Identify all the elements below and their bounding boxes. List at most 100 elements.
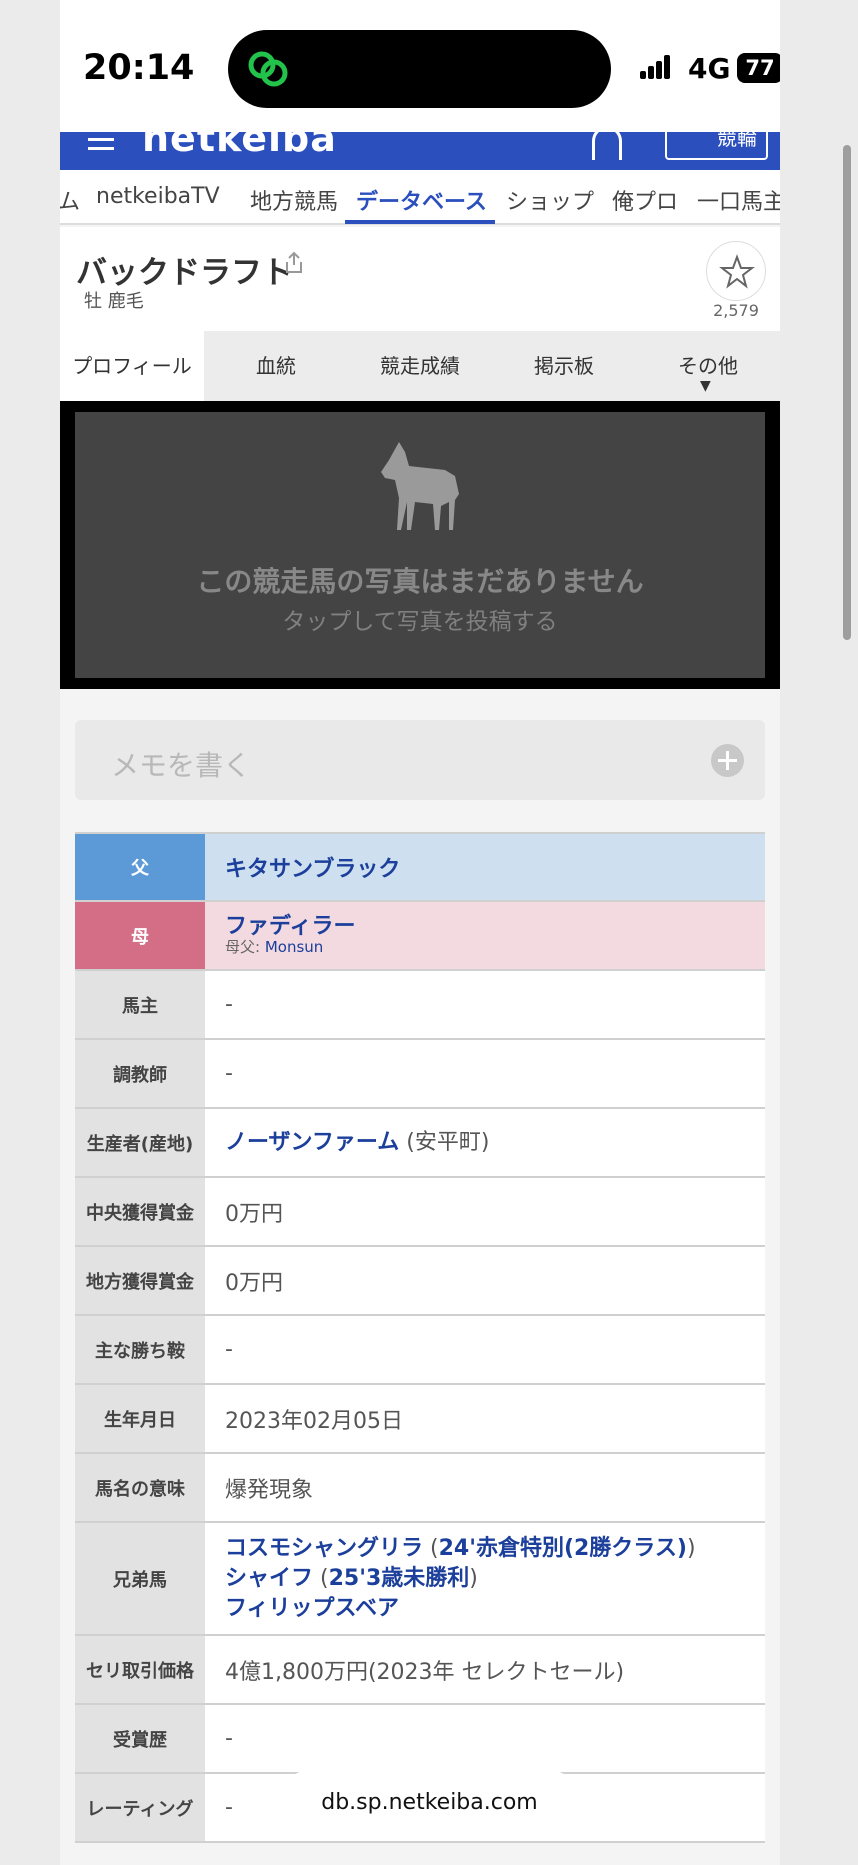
sibling-item: コスモシャングリラ (24'赤倉特別(2勝クラス)) xyxy=(225,1535,696,1561)
main-wins-value: - xyxy=(225,1337,233,1362)
photo-section: この競走馬の写真はまだありません タップして写真を投稿する xyxy=(60,401,780,689)
table-row-main-wins: 主な勝ち鞍 - xyxy=(75,1316,765,1385)
table-row-local-earnings: 地方獲得賞金 0万円 xyxy=(75,1247,765,1316)
siblings-label: 兄弟馬 xyxy=(75,1523,205,1634)
owner-value: - xyxy=(225,992,233,1017)
horse-silhouette-icon xyxy=(381,442,459,530)
keirin-label: 競輪 xyxy=(717,132,757,150)
auction-value: 4億1,800万円(2023年 セレクトセール) xyxy=(225,1659,625,1685)
share-icon[interactable] xyxy=(283,251,305,275)
sibling-link[interactable]: コスモシャングリラ xyxy=(225,1536,423,1561)
central-earnings-value: 0万円 xyxy=(225,1201,283,1227)
table-row-central-earnings: 中央獲得賞金 0万円 xyxy=(75,1178,765,1247)
nav-tab-partial[interactable]: ム xyxy=(60,184,80,216)
central-earnings-label: 中央獲得賞金 xyxy=(75,1178,205,1245)
horse-sub-tabs: プロフィール 血統 競走成績 掲示板 その他 ▼ xyxy=(60,331,780,401)
star-icon xyxy=(719,254,755,289)
awards-label: 受賞歴 xyxy=(75,1705,205,1772)
table-row-awards: 受賞歴 - xyxy=(75,1705,765,1774)
local-earnings-label: 地方獲得賞金 xyxy=(75,1247,205,1314)
tab-pedigree[interactable]: 血統 xyxy=(204,331,348,401)
main-wins-label: 主な勝ち鞍 xyxy=(75,1316,205,1383)
sibling-item: シャイフ (25'3歳未勝利) xyxy=(225,1565,478,1591)
memo-placeholder: メモを書く xyxy=(111,749,252,782)
photo-placeholder[interactable]: この競走馬の写真はまだありません タップして写真を投稿する xyxy=(75,412,765,678)
add-memo-icon[interactable] xyxy=(711,744,744,777)
birthdate-label: 生年月日 xyxy=(75,1385,205,1452)
tab-bbs[interactable]: 掲示板 xyxy=(492,331,636,401)
status-time: 20:14 xyxy=(83,48,195,88)
scrollbar[interactable] xyxy=(843,145,851,640)
breeder-region: (安平町) xyxy=(406,1130,490,1155)
favorite-button[interactable] xyxy=(706,241,766,301)
page: 20:14 4G 77 netkeiba 競輪 ム netkeibaTV 地方競… xyxy=(60,0,780,1865)
nav-tab-shop[interactable]: ショップ xyxy=(506,184,594,216)
hamburger-menu-icon[interactable] xyxy=(88,132,114,150)
dynamic-island xyxy=(228,30,611,108)
trainer-value: - xyxy=(225,1061,233,1086)
table-row-siblings: 兄弟馬 コスモシャングリラ (24'赤倉特別(2勝クラス)) シャイフ (25'… xyxy=(75,1523,765,1636)
cellular-signal-icon xyxy=(640,55,672,79)
sibling-win-link[interactable]: 25'3歳未勝利 xyxy=(329,1566,470,1591)
profile-table: 父 キタサンブラック 母 ファディラー 母父: Monsun 馬主 - 調教師 … xyxy=(75,832,765,1843)
table-row-sire: 父 キタサンブラック xyxy=(75,834,765,902)
table-row-breeder: 生産者(産地) ノーザンファーム (安平町) xyxy=(75,1109,765,1178)
tab-other-label: その他 xyxy=(678,354,738,378)
netkeiba-logo[interactable]: netkeiba xyxy=(142,132,337,160)
nav-tab-orepro[interactable]: 俺プロ xyxy=(612,184,678,216)
sibling-link[interactable]: フィリップスベア xyxy=(225,1596,399,1621)
dam-link[interactable]: ファディラー xyxy=(225,914,765,939)
table-row-birthdate: 生年月日 2023年02月05日 xyxy=(75,1385,765,1454)
rating-label: レーティング xyxy=(75,1774,205,1841)
horse-sex-color: 牡 鹿毛 xyxy=(84,291,144,312)
nav-tab-netkeibatv[interactable]: netkeibaTV xyxy=(96,184,220,209)
sire-label: 父 xyxy=(75,834,205,900)
horse-name: バックドラフト xyxy=(76,255,293,291)
dam-sire-line: 母父: Monsun xyxy=(225,939,765,956)
table-row-name-meaning: 馬名の意味 爆発現象 xyxy=(75,1454,765,1523)
breeder-label: 生産者(産地) xyxy=(75,1109,205,1176)
auction-label: セリ取引価格 xyxy=(75,1636,205,1703)
table-row-trainer: 調教師 - xyxy=(75,1040,765,1109)
battery-icon: 77 xyxy=(737,53,780,83)
memo-input[interactable]: メモを書く xyxy=(75,720,765,800)
trainer-label: 調教師 xyxy=(75,1040,205,1107)
keirin-button[interactable]: 競輪 xyxy=(665,132,768,160)
name-meaning-label: 馬名の意味 xyxy=(75,1454,205,1521)
nav-tab-database[interactable]: データベース xyxy=(356,184,487,216)
awards-value: - xyxy=(225,1726,233,1751)
name-meaning-value: 爆発現象 xyxy=(225,1477,314,1503)
table-row-dam: 母 ファディラー 母父: Monsun xyxy=(75,902,765,971)
local-earnings-value: 0万円 xyxy=(225,1270,283,1296)
network-type: 4G xyxy=(688,52,731,85)
nav-tab-hitokuchi[interactable]: 一口馬主 xyxy=(697,184,780,216)
link-app-icon xyxy=(248,51,288,87)
favorite-count: 2,579 xyxy=(713,301,759,320)
sibling-item: フィリップスベア xyxy=(225,1594,765,1624)
table-row-auction: セリ取引価格 4億1,800万円(2023年 セレクトセール) xyxy=(75,1636,765,1705)
status-bar: 20:14 4G 77 xyxy=(60,0,780,132)
birthdate-value: 2023年02月05日 xyxy=(225,1408,403,1434)
dam-sire-label: 母父: xyxy=(225,938,265,957)
breeder-link[interactable]: ノーザンファーム xyxy=(225,1130,399,1155)
horse-title-section: バックドラフト 牡 鹿毛 2,579 xyxy=(60,227,780,331)
nav-tab-chiho[interactable]: 地方競馬 xyxy=(250,184,338,216)
tab-race-results[interactable]: 競走成績 xyxy=(348,331,492,401)
sibling-win-link[interactable]: 24'赤倉特別(2勝クラス) xyxy=(439,1536,687,1561)
site-header: netkeiba 競輪 xyxy=(60,132,780,170)
tab-profile[interactable]: プロフィール xyxy=(60,331,204,401)
table-row-owner: 馬主 - xyxy=(75,971,765,1040)
upload-photo-prompt[interactable]: タップして写真を投稿する xyxy=(75,602,765,636)
chevron-down-icon: ▼ xyxy=(700,378,711,394)
dam-sire-link[interactable]: Monsun xyxy=(265,938,323,956)
tab-other[interactable]: その他 ▼ xyxy=(636,331,780,401)
sibling-link[interactable]: シャイフ xyxy=(225,1566,313,1591)
owner-label: 馬主 xyxy=(75,971,205,1038)
category-nav: ム netkeibaTV 地方競馬 データベース ショップ 俺プロ 一口馬主 xyxy=(60,170,780,225)
address-bar[interactable]: db.sp.netkeiba.com xyxy=(278,1770,581,1836)
notification-bell-icon[interactable] xyxy=(592,132,622,160)
active-tab-indicator xyxy=(345,220,495,224)
dam-label: 母 xyxy=(75,902,205,969)
sire-link[interactable]: キタサンブラック xyxy=(225,851,765,883)
no-photo-message: この競走馬の写真はまだありません xyxy=(196,565,644,598)
